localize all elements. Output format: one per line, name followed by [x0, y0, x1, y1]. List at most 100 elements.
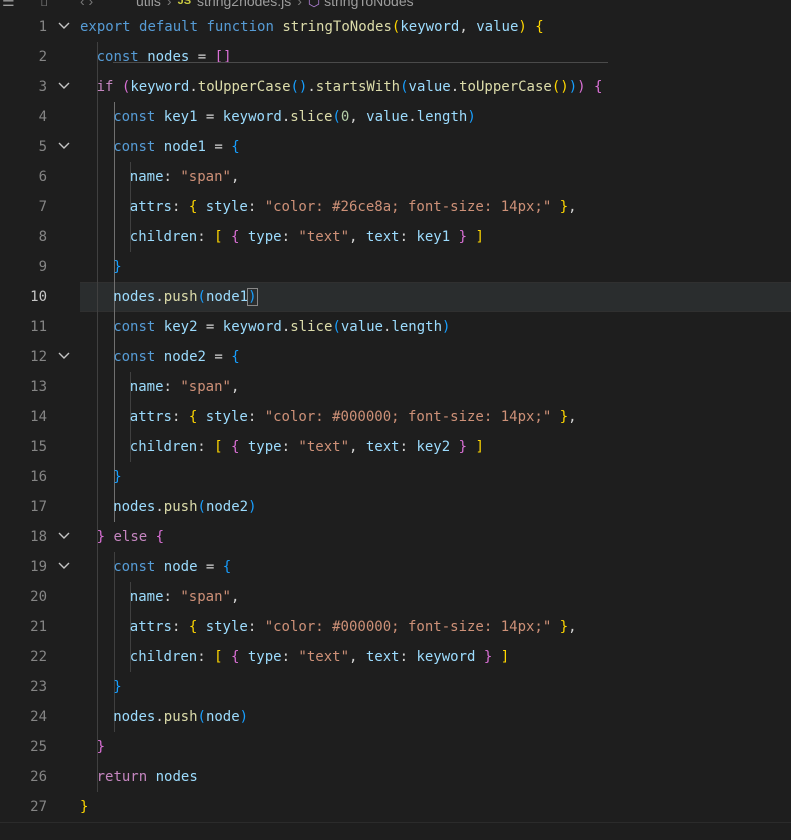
code-text[interactable]: nodes.push(node2) [113, 492, 256, 522]
line-number[interactable]: 9 [0, 252, 47, 282]
line-number[interactable]: 17 [0, 492, 47, 522]
line-number[interactable]: 19 [0, 552, 47, 582]
code-text[interactable]: children: [ { type: "text", text: key2 }… [130, 432, 484, 462]
code-token: } [96, 739, 106, 755]
code-line[interactable]: 10 nodes.push(node1) [0, 282, 791, 312]
code-token: , [349, 439, 366, 455]
fold-chevron-icon[interactable] [57, 342, 71, 372]
line-number[interactable]: 3 [0, 72, 47, 102]
code-line[interactable]: 25} [0, 732, 791, 762]
code-text[interactable]: } [80, 792, 88, 822]
code-text[interactable]: const key2 = keyword.slice(value.length) [113, 312, 450, 342]
code-line[interactable]: 20 name: "span", [0, 582, 791, 612]
code-text[interactable]: nodes.push(node1) [113, 282, 258, 312]
code-text[interactable]: children: [ { type: "text", text: key1 }… [130, 222, 484, 252]
code-line[interactable]: 4 const key1 = keyword.slice(0, value.len… [0, 102, 791, 132]
line-number[interactable]: 8 [0, 222, 47, 252]
code-line[interactable]: 11 const key2 = keyword.slice(value.lengt… [0, 312, 791, 342]
line-number[interactable]: 23 [0, 672, 47, 702]
code-text[interactable]: } [113, 252, 121, 282]
fold-chevron-icon[interactable] [57, 72, 71, 102]
code-text[interactable]: export default function stringToNodes(ke… [80, 12, 544, 42]
line-number[interactable]: 27 [0, 792, 47, 822]
code-line[interactable]: 21 attrs: { style: "color: #000000; font-… [0, 612, 791, 642]
breadcrumb-file[interactable]: string2nodes.js [197, 0, 291, 9]
code-line[interactable]: 2 const nodes = [] [0, 42, 791, 72]
code-text[interactable]: name: "span", [130, 372, 240, 402]
code-text[interactable]: attrs: { style: "color: #000000; font-si… [130, 402, 577, 432]
code-text[interactable]: nodes.push(node) [113, 702, 248, 732]
line-number[interactable]: 4 [0, 102, 47, 132]
fold-chevron-icon[interactable] [57, 132, 71, 162]
line-number[interactable]: 1 [0, 12, 47, 42]
code-line[interactable]: 13 name: "span", [0, 372, 791, 402]
code-line[interactable]: 16} [0, 462, 791, 492]
code-line[interactable]: 3 if (keyword.toUpperCase().startsWith(va… [0, 72, 791, 102]
line-number[interactable]: 7 [0, 192, 47, 222]
code-text[interactable]: const node1 = { [113, 132, 239, 162]
line-number[interactable]: 20 [0, 582, 47, 612]
line-number[interactable]: 18 [0, 522, 47, 552]
code-line[interactable]: 26 return nodes [0, 762, 791, 792]
line-number[interactable]: 10 [0, 282, 47, 312]
code-text[interactable]: attrs: { style: "color: #000000; font-si… [130, 612, 577, 642]
code-text[interactable]: return nodes [97, 762, 198, 792]
line-number[interactable]: 25 [0, 732, 47, 762]
code-text[interactable]: const node = { [113, 552, 231, 582]
code-token: return [96, 769, 148, 785]
code-text[interactable]: } else { [97, 522, 164, 552]
code-line[interactable]: 19 const node = { [0, 552, 791, 582]
breadcrumb-folder[interactable]: utils [136, 0, 161, 9]
line-number[interactable]: 24 [0, 702, 47, 732]
code-line[interactable]: 17 nodes.push(node2) [0, 492, 791, 522]
line-number[interactable]: 22 [0, 642, 47, 672]
code-text[interactable]: } [113, 672, 121, 702]
code-line[interactable]: 27} [0, 792, 791, 822]
code-line[interactable]: 9} [0, 252, 791, 282]
line-number[interactable]: 21 [0, 612, 47, 642]
code-line[interactable]: 22 children: [ { type: "text", text: keyw… [0, 642, 791, 672]
code-text[interactable]: attrs: { style: "color: #26ce8a; font-si… [130, 192, 577, 222]
fold-chevron-icon[interactable] [57, 522, 71, 552]
code-text[interactable]: const key1 = keyword.slice(0, value.leng… [113, 102, 476, 132]
line-number[interactable]: 26 [0, 762, 47, 792]
code-text[interactable]: } [97, 732, 105, 762]
bookmark-icon[interactable]: ⌷ [40, 0, 56, 10]
code-text[interactable]: const nodes = [] [97, 42, 232, 72]
line-number[interactable]: 5 [0, 132, 47, 162]
code-token: key2 [163, 319, 198, 335]
code-token: attrs [129, 199, 172, 215]
fold-chevron-icon[interactable] [57, 12, 71, 42]
indent-guide [97, 342, 98, 372]
code-text[interactable]: const node2 = { [113, 342, 239, 372]
line-number[interactable]: 13 [0, 372, 47, 402]
line-number[interactable]: 14 [0, 402, 47, 432]
code-line[interactable]: 1 export default function stringToNodes(k… [0, 12, 791, 42]
nav-arrows-icon[interactable]: ‹ › [80, 0, 130, 9]
line-number[interactable]: 6 [0, 162, 47, 192]
code-line[interactable]: 15 children: [ { type: "text", text: key2… [0, 432, 791, 462]
line-number[interactable]: 12 [0, 342, 47, 372]
breadcrumb-symbol[interactable]: stringToNodes [324, 0, 414, 9]
code-editor[interactable]: 1 export default function stringToNodes(k… [0, 12, 791, 822]
fold-chevron-icon[interactable] [57, 552, 71, 582]
line-number[interactable]: 11 [0, 312, 47, 342]
code-text[interactable]: name: "span", [130, 162, 240, 192]
code-line[interactable]: 12 const node2 = { [0, 342, 791, 372]
code-line[interactable]: 8 children: [ { type: "text", text: key1 … [0, 222, 791, 252]
code-line[interactable]: 6 name: "span", [0, 162, 791, 192]
code-line[interactable]: 23} [0, 672, 791, 702]
code-line[interactable]: 5 const node1 = { [0, 132, 791, 162]
code-line[interactable]: 14 attrs: { style: "color: #000000; font-… [0, 402, 791, 432]
code-text[interactable]: } [113, 462, 121, 492]
line-number[interactable]: 15 [0, 432, 47, 462]
code-text[interactable]: children: [ { type: "text", text: keywor… [130, 642, 509, 672]
line-number[interactable]: 16 [0, 462, 47, 492]
code-text[interactable]: name: "span", [130, 582, 240, 612]
code-line[interactable]: 24 nodes.push(node) [0, 702, 791, 732]
code-line[interactable]: 18 } else { [0, 522, 791, 552]
menu-icon[interactable]: ☰ [2, 0, 22, 10]
code-text[interactable]: if (keyword.toUpperCase().startsWith(val… [97, 72, 603, 102]
code-line[interactable]: 7 attrs: { style: "color: #26ce8a; font-s… [0, 192, 791, 222]
line-number[interactable]: 2 [0, 42, 47, 72]
